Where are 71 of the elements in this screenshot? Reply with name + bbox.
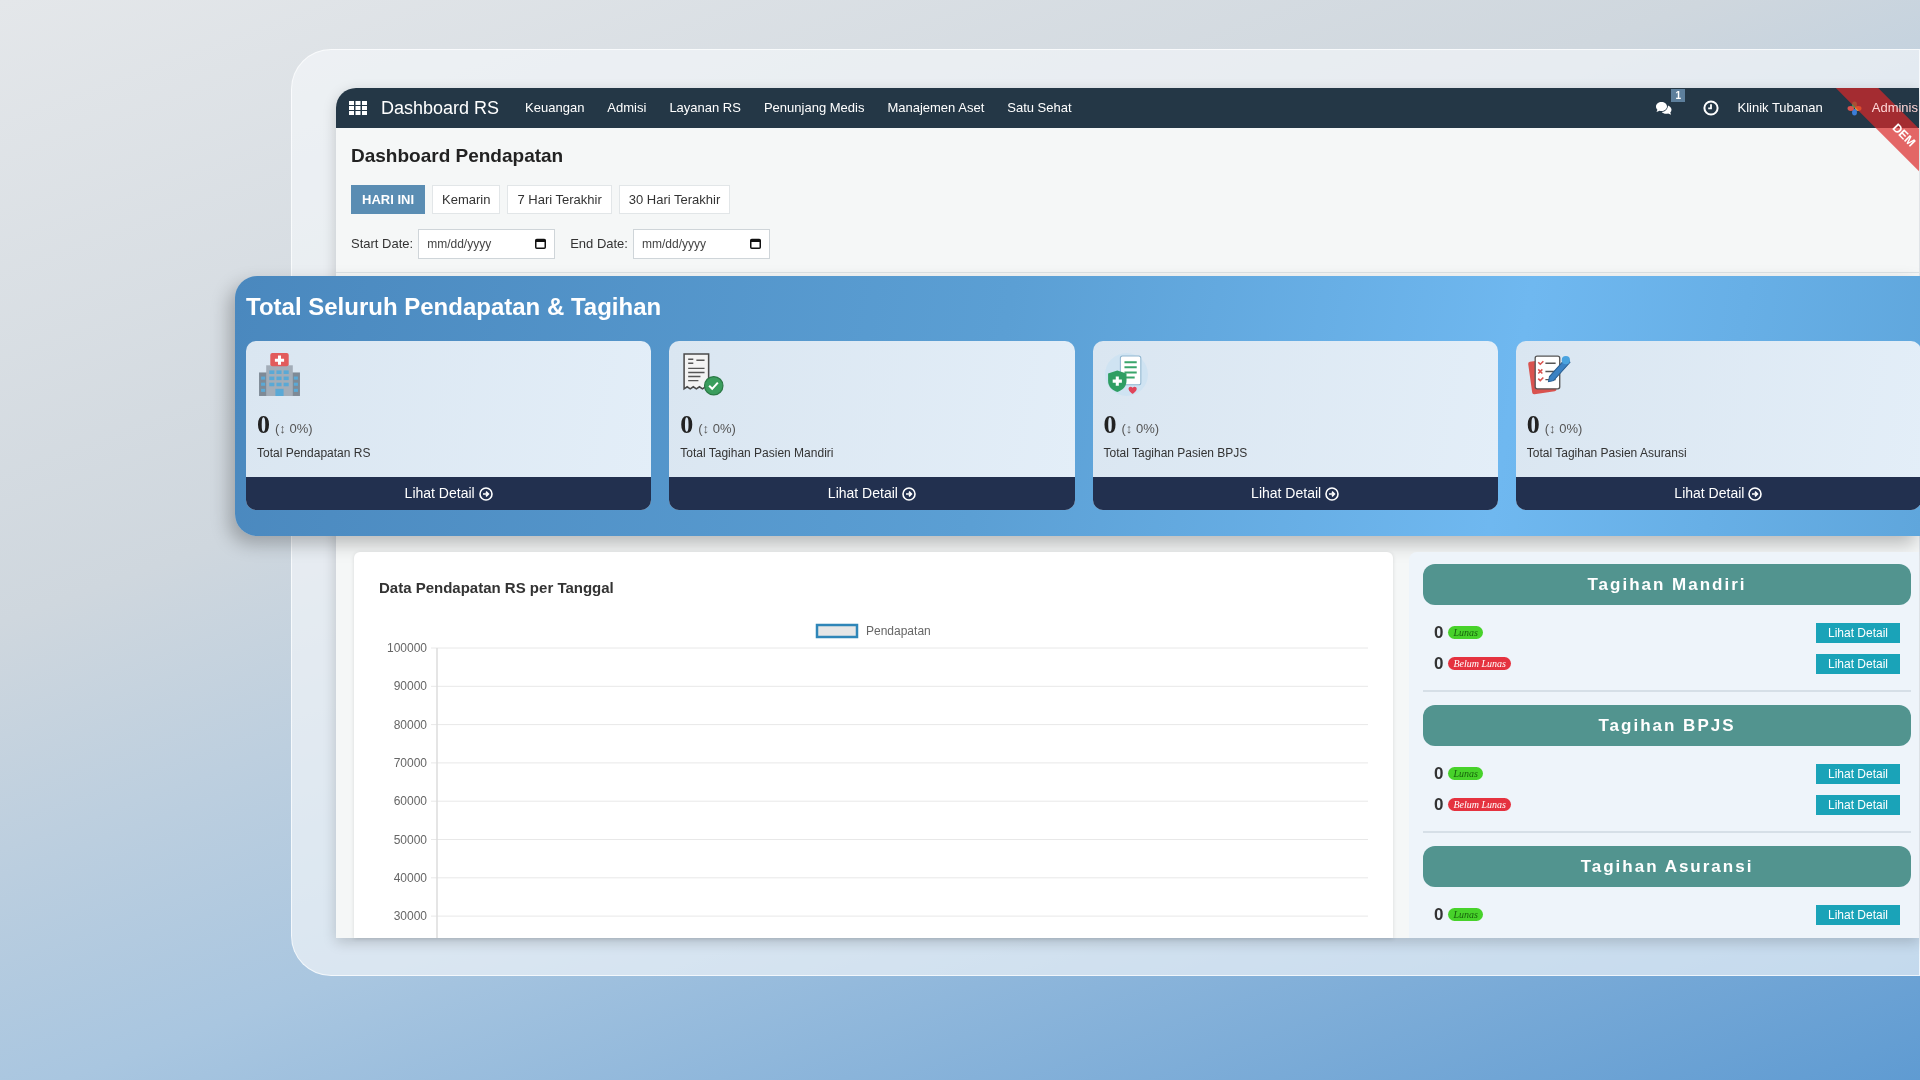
nav-link[interactable]: Satu Sehat <box>1007 98 1072 118</box>
stat-value: 0 <box>680 410 694 440</box>
status-badge: Lunas <box>1448 626 1483 639</box>
y-tick-label: 70000 <box>393 755 427 770</box>
stat-value: 0 <box>257 410 270 440</box>
brand-title[interactable]: Dashboard RS <box>381 94 500 122</box>
status-badge: Lunas <box>1448 908 1483 921</box>
date-field[interactable]: mm/dd/yyyy <box>632 229 770 259</box>
section-header: Tagihan BPJS <box>1423 705 1911 746</box>
detail-link[interactable]: Lihat Detail <box>246 477 652 510</box>
checklist-pen-icon <box>1526 352 1572 397</box>
bill-count: 0 <box>1434 794 1444 815</box>
section-header: Tagihan Mandiri <box>1423 564 1911 605</box>
y-tick-label: 100000 <box>386 641 427 655</box>
stat-label: Total Tagihan Pasien Asuransi <box>1526 445 1688 461</box>
y-tick-label: 40000 <box>393 870 427 885</box>
chat-icon[interactable] <box>1655 101 1673 115</box>
calendar-icon[interactable] <box>749 238 761 249</box>
date-label: Start Date: <box>351 235 414 254</box>
clinic-name[interactable]: Klinik Tubanan <box>1737 98 1823 118</box>
notification-badge: 1 <box>1671 89 1686 102</box>
stat-value: 0 <box>1103 410 1117 440</box>
arrow-circle-icon <box>1325 486 1340 501</box>
stat-value: 0 <box>1526 410 1540 440</box>
medical-document-icon <box>1103 352 1149 397</box>
nav-link[interactable]: Penunjang Medis <box>763 98 865 118</box>
hospital-icon <box>257 352 302 397</box>
stat-label: Total Tagihan Pasien BPJS <box>1103 445 1249 461</box>
arrow-circle-icon <box>478 486 493 501</box>
stat-change: (↕ 0%) <box>698 420 736 438</box>
y-tick-label: 50000 <box>393 832 427 847</box>
filter-tab[interactable]: 30 Hari Terakhir <box>618 185 731 214</box>
chart-title: Data Pendapatan RS per Tanggal <box>379 578 615 598</box>
stat-label: Total Pendapatan RS <box>257 445 372 461</box>
status-badge: Lunas <box>1448 767 1483 780</box>
y-tick-label: 90000 <box>393 679 427 694</box>
bill-count: 0 <box>1434 904 1444 925</box>
date-label: End Date: <box>570 235 628 254</box>
legend-label: Pendapatan <box>866 624 931 638</box>
detail-link[interactable]: Lihat Detail <box>1515 477 1920 510</box>
filter-tab[interactable]: 7 Hari Terakhir <box>507 185 612 214</box>
clock-icon[interactable] <box>1703 100 1720 116</box>
detail-link[interactable]: Lihat Detail <box>669 477 1075 510</box>
arrow-circle-icon <box>901 486 916 501</box>
nav-link[interactable]: Admisi <box>607 98 647 118</box>
section-header: Tagihan Asuransi <box>1423 846 1911 887</box>
page-title: Dashboard Pendapatan <box>351 144 565 168</box>
detail-link[interactable]: Lihat Detail <box>1092 477 1498 510</box>
receipt-check-icon <box>680 352 726 397</box>
date-field[interactable]: mm/dd/yyyy <box>418 229 556 259</box>
calendar-icon[interactable] <box>535 238 547 249</box>
stat-label: Total Tagihan Pasien Mandiri <box>680 445 835 461</box>
nav-link[interactable]: Keuangan <box>525 98 585 118</box>
bill-count: 0 <box>1434 622 1444 643</box>
arrow-circle-icon <box>1748 486 1763 501</box>
grid-menu-icon[interactable] <box>349 101 367 115</box>
y-tick-label: 60000 <box>393 794 427 809</box>
nav-link[interactable]: Layanan RS <box>669 98 741 118</box>
stat-change: (↕ 0%) <box>1544 420 1583 438</box>
bill-count: 0 <box>1434 763 1444 784</box>
stat-change: (↕ 0%) <box>275 420 313 438</box>
status-badge: Belum Lunas <box>1448 798 1511 811</box>
filter-tab[interactable]: Kemarin <box>432 185 501 214</box>
stat-change: (↕ 0%) <box>1121 420 1160 438</box>
filter-tab[interactable]: HARI INI <box>351 185 425 214</box>
bill-count: 0 <box>1434 653 1444 674</box>
summary-title: Total Seluruh Pendapatan & Tagihan <box>246 292 663 322</box>
nav-link[interactable]: Manajemen Aset <box>887 98 985 118</box>
y-tick-label: 80000 <box>393 717 427 732</box>
status-badge: Belum Lunas <box>1448 657 1511 670</box>
y-tick-label: 30000 <box>393 909 427 924</box>
